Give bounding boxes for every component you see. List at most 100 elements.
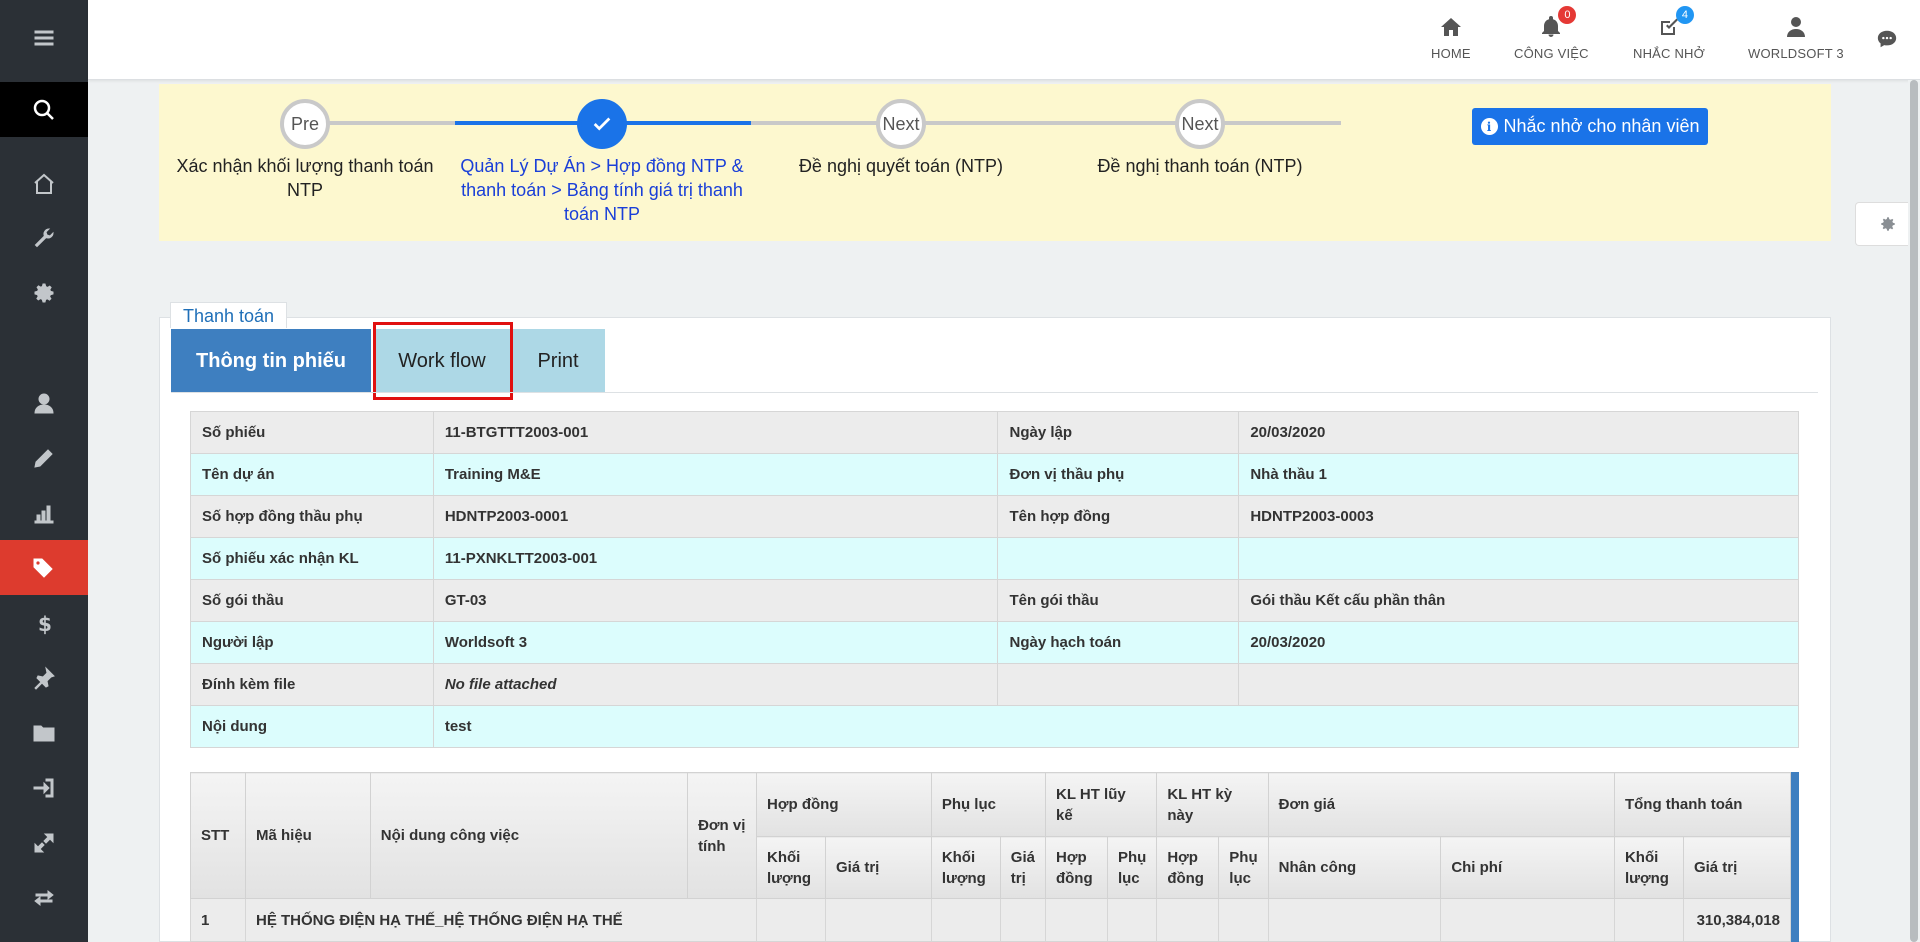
check-icon	[593, 117, 611, 131]
workflow-connector	[751, 121, 1341, 125]
cell	[1044, 898, 1108, 942]
info-label: Người lập	[190, 621, 434, 664]
tab-info[interactable]: Thông tin phiếu	[171, 329, 371, 393]
row-stt: 1	[190, 898, 246, 942]
info-value: 20/03/2020	[1238, 621, 1799, 664]
expand-icon[interactable]	[0, 815, 88, 870]
cell	[1267, 898, 1442, 942]
dollar-icon[interactable]: $	[0, 595, 88, 650]
tasks-nav[interactable]: 0 CÔNG VIỆC	[1514, 6, 1589, 61]
workflow-node-current	[577, 99, 627, 149]
info-label: Số phiếu	[190, 411, 434, 454]
svg-text:$: $	[38, 612, 52, 635]
reminders-nav[interactable]: 4 NHẮC NHỞ	[1633, 6, 1705, 61]
tab-underline	[171, 392, 1818, 393]
workflow-node-pre[interactable]: Pre	[280, 99, 330, 149]
workflow-current-label: Quản Lý Dự Án > Hợp đồng NTP & thanh toá…	[460, 156, 744, 224]
wrench-icon[interactable]	[0, 210, 88, 265]
col-nhan-cong: Nhân công	[1267, 836, 1442, 899]
search-icon[interactable]	[0, 82, 88, 137]
col-stt: STT	[190, 772, 246, 899]
col-noi-dung: Nội dung công việc	[369, 772, 689, 899]
voucher-info-table: Số phiếu 11-BTGTTT2003-001 Ngày lập 20/0…	[190, 411, 1800, 748]
col-phu-luc-sub: Phụ lục	[1106, 836, 1158, 899]
cell	[1218, 898, 1269, 942]
row-content: HỆ THỐNG ĐIỆN HẠ THẾ_HỆ THỐNG ĐIỆN HẠ TH…	[244, 898, 758, 942]
table-row[interactable]: 1 HỆ THỐNG ĐIỆN HẠ THẾ_HỆ THỐNG ĐIỆN HẠ …	[190, 898, 1791, 942]
cell	[824, 898, 932, 942]
info-value: HDNTP2003-0001	[432, 495, 999, 538]
info-value: Training M&E	[432, 453, 999, 496]
info-label: Tên gói thầu	[997, 579, 1240, 622]
top-bar: HOME 0 CÔNG VIỆC 4 NHẮC NHỞ WORLDSOFT 3	[88, 0, 1920, 80]
col-gia-tri: Giá trị	[1682, 836, 1791, 899]
detail-table: STT Mã hiệu Nội dung công việc Đơn vị tí…	[190, 772, 1791, 942]
col-kl-ky-nay: KL HT kỳ này	[1156, 772, 1269, 837]
info-row: Nội dung test	[190, 705, 1800, 748]
col-gia-tri: Giá trị	[999, 836, 1046, 899]
workflow-step-label[interactable]: Đề nghị quyết toán (NTP)	[751, 154, 1051, 178]
info-label	[997, 663, 1240, 706]
remind-staff-button[interactable]: i Nhắc nhở cho nhân viên	[1472, 108, 1708, 145]
vertical-scrollbar[interactable]	[1908, 80, 1920, 942]
workflow-node-next-1[interactable]: Next	[876, 99, 926, 149]
col-ma-hieu: Mã hiệu	[244, 772, 371, 899]
menu-icon[interactable]	[0, 10, 88, 65]
info-label: Số gói thầu	[190, 579, 434, 622]
user-icon	[1783, 14, 1809, 40]
cell	[756, 898, 826, 942]
col-hop-dong: Hợp đồng	[756, 772, 932, 837]
col-chi-phi: Chi phí	[1440, 836, 1615, 899]
info-value	[1238, 537, 1799, 580]
user-menu[interactable]: WORLDSOFT 3	[1748, 14, 1844, 61]
col-hop-dong-sub: Hợp đồng	[1156, 836, 1220, 899]
info-label: Ngày lập	[997, 411, 1240, 454]
pencil-icon[interactable]	[0, 430, 88, 485]
col-hop-dong-sub: Hợp đồng	[1044, 836, 1108, 899]
info-value: HDNTP2003-0003	[1238, 495, 1799, 538]
bar-chart-icon[interactable]	[0, 485, 88, 540]
detail-table-container: STT Mã hiệu Nội dung công việc Đơn vị tí…	[190, 772, 1799, 942]
exchange-icon[interactable]	[0, 870, 88, 925]
attachment-value[interactable]: No file attached	[432, 663, 999, 706]
tasks-badge: 0	[1558, 6, 1577, 24]
info-value	[1238, 663, 1799, 706]
sidebar: $	[0, 0, 88, 942]
user-label: WORLDSOFT 3	[1748, 46, 1844, 61]
info-row: Số phiếu xác nhận KL 11-PXNKLTT2003-001	[190, 537, 1799, 580]
cell	[1106, 898, 1158, 942]
workflow-step-label[interactable]: Đề nghị thanh toán (NTP)	[1050, 154, 1350, 178]
workflow-step-label[interactable]: Xác nhận khối lượng thanh toán NTP	[159, 154, 451, 202]
cell	[1440, 898, 1615, 942]
info-value: 20/03/2020	[1238, 411, 1799, 454]
tags-icon[interactable]	[0, 540, 88, 595]
info-label: Ngày hạch toán	[997, 621, 1240, 664]
info-label: Số hợp đồng thầu phụ	[190, 495, 434, 538]
gear-icon[interactable]	[0, 265, 88, 320]
col-phu-luc: Phụ lục	[930, 772, 1046, 837]
cell	[1613, 898, 1684, 942]
pin-icon[interactable]	[0, 650, 88, 705]
col-tong-tt: Tổng thanh toán	[1613, 772, 1791, 837]
tab-print[interactable]: Print	[511, 329, 605, 393]
info-value: 11-BTGTTT2003-001	[432, 411, 999, 454]
col-khoi-luong: Khối lượng	[1613, 836, 1684, 899]
sign-in-icon[interactable]	[0, 760, 88, 815]
info-value: Gói thầu Kết cấu phần thân	[1238, 579, 1799, 622]
cell	[1156, 898, 1220, 942]
chat-icon[interactable]	[1876, 28, 1898, 55]
workflow-node-next-2[interactable]: Next	[1175, 99, 1225, 149]
info-row: Người lập Worldsoft 3 Ngày hạch toán 20/…	[190, 621, 1799, 664]
reminders-label: NHẮC NHỞ	[1633, 46, 1705, 61]
folder-icon[interactable]	[0, 705, 88, 760]
home-icon[interactable]	[0, 156, 88, 211]
remind-staff-label: Nhắc nhở cho nhân viên	[1503, 116, 1700, 136]
user-icon[interactable]	[0, 375, 88, 430]
cell	[999, 898, 1046, 942]
home-icon	[1438, 14, 1464, 40]
info-row: Số hợp đồng thầu phụ HDNTP2003-0001 Tên …	[190, 495, 1799, 538]
info-row: Số gói thầu GT-03 Tên gói thầu Gói thầu …	[190, 579, 1799, 622]
home-nav[interactable]: HOME	[1431, 14, 1471, 61]
scrollbar-thumb[interactable]	[1910, 80, 1918, 942]
cell	[930, 898, 1001, 942]
